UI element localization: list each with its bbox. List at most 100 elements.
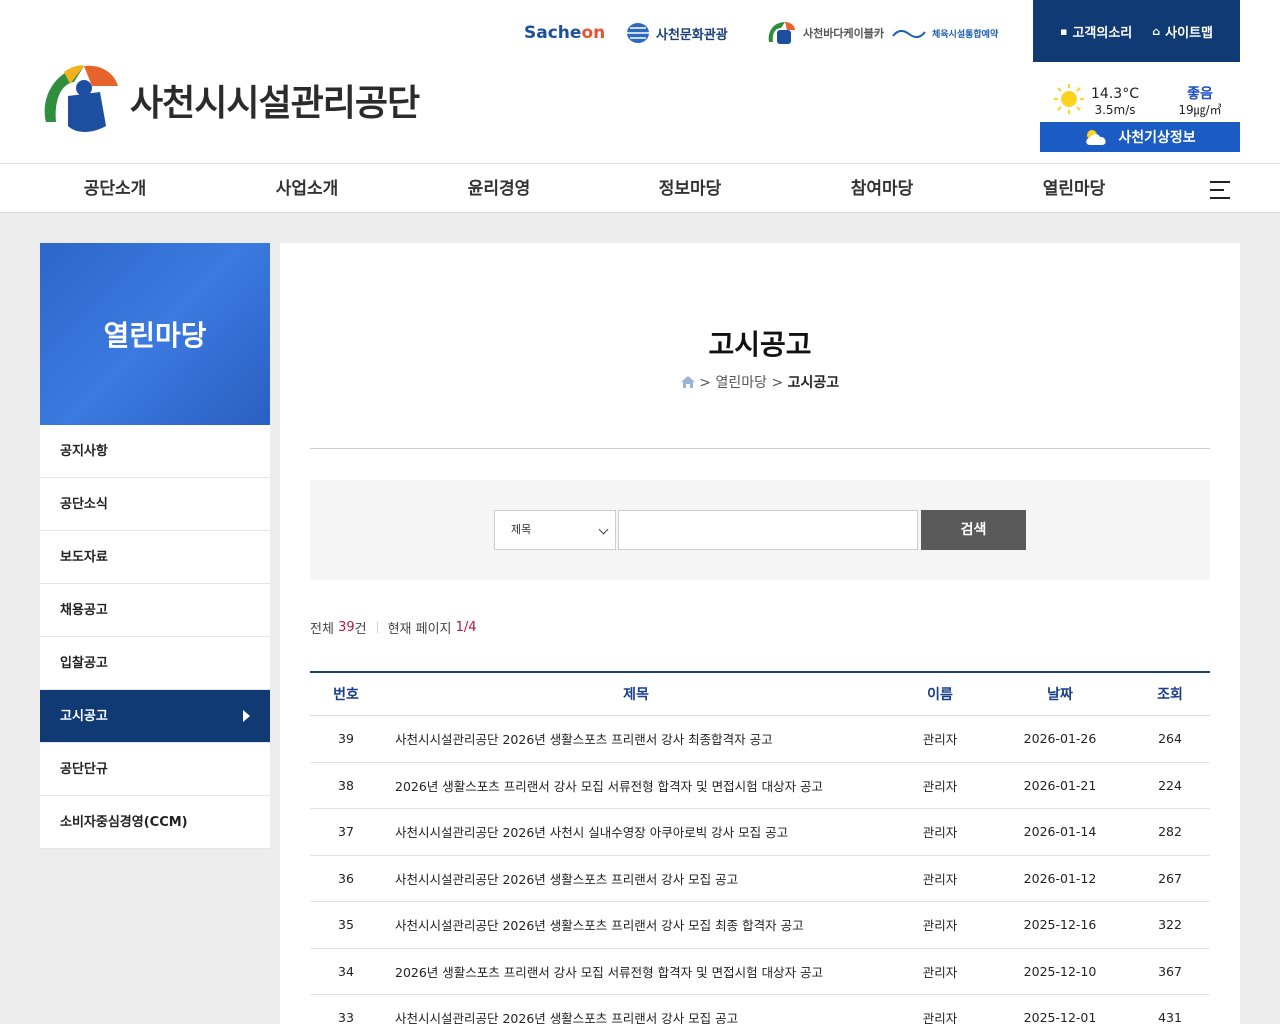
row-date: 2026-01-26 (1023, 731, 1097, 747)
sidebar-item-bid[interactable]: 입찰공고 (40, 637, 270, 690)
current-page: 1/4 (455, 620, 477, 635)
row-title-link[interactable]: 사천시시설관리공단 2026년 생활스포츠 프리랜서 강사 최종합격자 공고 (382, 729, 890, 748)
weather-info-button[interactable]: 사천기상정보 (1040, 122, 1240, 152)
total-unit: 건 (354, 622, 367, 637)
table-row: 36 사천시시설관리공단 2026년 생활스포츠 프리랜서 강사 모집 공고 관리자… (310, 856, 1210, 902)
row-title-link[interactable]: 사천시시설관리공단 2026년 생활스포츠 프리랜서 강사 모집 최종 합격자 … (382, 915, 890, 934)
row-author: 관리자 (922, 778, 958, 794)
row-date: 2025-12-16 (1023, 917, 1097, 933)
row-views: 431 (1158, 1010, 1182, 1024)
air-quality-status: 좋음 (1187, 86, 1213, 102)
customer-voice-button[interactable]: ▪ 고객의소리 (1060, 22, 1132, 41)
table-header: 번호 제목 이름 날짜 조회 (310, 673, 1210, 716)
row-views: 282 (1158, 824, 1182, 840)
sidebar-item-label: 입찰공고 (60, 656, 108, 671)
sports-reservation-link[interactable]: 체육시설통합예약 (892, 18, 998, 48)
sidebar-item-label: 보도자료 (60, 550, 108, 565)
culture-link-text: 사천문화관광 (656, 27, 728, 43)
search-field-selected: 제목 (511, 523, 532, 536)
sidebar-item-notice[interactable]: 공지사항 (40, 425, 270, 478)
chevron-down-icon (598, 524, 609, 535)
wave-icon (892, 30, 926, 38)
sidebar-item-rules[interactable]: 공단단규 (40, 743, 270, 796)
table-row: 39 사천시시설관리공단 2026년 생활스포츠 프리랜서 강사 최종합격자 공고… (310, 716, 1210, 763)
sun-icon (1054, 84, 1084, 114)
breadcrumb-parent[interactable]: 열린마당 (715, 375, 767, 391)
triangle-right-icon (243, 710, 250, 722)
nav-item-open[interactable]: 열린마당 (978, 164, 1170, 214)
table-row: 38 2026년 생활스포츠 프리랜서 강사 모집 서류전형 합격자 및 면접시험… (310, 763, 1210, 809)
nav-item-ethics[interactable]: 윤리경영 (403, 164, 595, 214)
search-panel: 제목 검색 (310, 480, 1210, 580)
logo-text: 사천시시설관리공단 (130, 83, 420, 124)
sitemap-button[interactable]: ⌂ 사이트맵 (1152, 22, 1213, 41)
row-title-link[interactable]: 2026년 생활스포츠 프리랜서 강사 모집 서류전형 합격자 및 면접시험 대… (382, 776, 890, 795)
column-header-no: 번호 (333, 687, 359, 703)
home-icon[interactable] (680, 376, 695, 388)
page-label: 현재 페이지 (387, 622, 452, 637)
sidebar-item-label: 고시공고 (60, 709, 108, 724)
search-field-select[interactable]: 제목 (494, 510, 616, 550)
main-nav: 공단소개 사업소개 윤리경영 정보마당 참여마당 열린마당 (0, 163, 1280, 213)
cable-car-link[interactable]: 사천바다케이블카 (765, 18, 884, 48)
air-quality-readout: 좋음 19㎍/㎥ (1168, 86, 1232, 118)
row-number: 36 (338, 870, 354, 886)
cable-link-text: 사천바다케이블카 (803, 27, 884, 40)
temperature-readout: 14.3°C 3.5m/s (1090, 86, 1140, 118)
nav-item-info[interactable]: 정보마당 (594, 164, 786, 214)
row-number: 38 (338, 777, 354, 793)
sidebar-title: 열린마당 (40, 243, 270, 425)
search-button[interactable]: 검색 (921, 510, 1026, 550)
menu-icon[interactable] (1210, 181, 1230, 199)
row-title-link[interactable]: 사천시시설관리공단 2026년 생활스포츠 프리랜서 강사 모집 공고 (382, 1008, 890, 1024)
sidebar-item-news[interactable]: 공단소식 (40, 478, 270, 531)
sacheon-city-link[interactable]: Sache on (524, 18, 605, 48)
row-date: 2025-12-10 (1023, 963, 1097, 979)
globe-icon (627, 23, 649, 43)
breadcrumb-separator: > (771, 375, 784, 391)
breadcrumb: > 열린마당 > 고시공고 (280, 372, 1240, 392)
main-content: 고시공고 > 열린마당 > 고시공고 제목 검색 전체 39 건 현재 페이지 1… (280, 243, 1240, 1024)
sidebar-item-label: 공지사항 (60, 444, 108, 459)
sidebar-item-ccm[interactable]: 소비자중심경영(CCM) (40, 796, 270, 849)
row-views: 267 (1158, 870, 1182, 886)
sidebar-item-announcement[interactable]: 고시공고 (40, 690, 270, 743)
sidebar-item-press[interactable]: 보도자료 (40, 531, 270, 584)
breadcrumb-current: 고시공고 (787, 375, 840, 391)
row-title-link[interactable]: 사천시시설관리공단 2026년 사천시 실내수영장 아쿠아로빅 강사 모집 공고 (382, 822, 890, 841)
site-logo[interactable]: 사천시시설관리공단 (40, 62, 420, 138)
nav-item-participation[interactable]: 참여마당 (786, 164, 978, 214)
row-title-link[interactable]: 2026년 생활스포츠 프리랜서 강사 모집 서류전형 합격자 및 면접시험 대… (382, 962, 890, 981)
search-input[interactable] (618, 510, 918, 550)
site-header: Sache on 사천문화관광 사천바다케이블카 체육시설통합예약 ▪ 고객의소리 … (0, 0, 1280, 163)
row-date: 2026-01-21 (1023, 777, 1097, 793)
sports-link-text: 체육시설통합예약 (932, 29, 999, 40)
title-divider (310, 448, 1210, 449)
row-number: 39 (338, 731, 354, 747)
table-body: 39 사천시시설관리공단 2026년 생활스포츠 프리랜서 강사 최종합격자 공고… (310, 716, 1210, 1024)
culture-tourism-link[interactable]: 사천문화관광 (626, 18, 728, 48)
row-title-link[interactable]: 사천시시설관리공단 2026년 생활스포츠 프리랜서 강사 모집 공고 (382, 869, 890, 888)
sidebar-item-recruit[interactable]: 채용공고 (40, 584, 270, 637)
pm-value: 19㎍/㎥ (1178, 103, 1222, 117)
wind-value: 3.5m/s (1094, 103, 1136, 117)
page-title: 고시공고 (708, 328, 812, 361)
sidebar-item-label: 공단단규 (60, 762, 108, 777)
document-icon: ▪ (1060, 24, 1068, 38)
weather-widget: 14.3°C 3.5m/s 좋음 19㎍/㎥ (1040, 82, 1240, 122)
announcement-table: 번호 제목 이름 날짜 조회 39 사천시시설관리공단 2026년 생활스포츠 프… (310, 671, 1210, 1024)
column-header-date: 날짜 (1047, 687, 1073, 703)
column-header-name: 이름 (927, 687, 953, 703)
table-row: 34 2026년 생활스포츠 프리랜서 강사 모집 서류전형 합격자 및 면접시험… (310, 949, 1210, 995)
row-date: 2026-01-14 (1023, 824, 1097, 840)
row-number: 34 (338, 963, 354, 979)
table-row: 37 사천시시설관리공단 2026년 사천시 실내수영장 아쿠아로빅 강사 모집 … (310, 809, 1210, 856)
table-row: 35 사천시시설관리공단 2026년 생활스포츠 프리랜서 강사 모집 최종 합격… (310, 902, 1210, 949)
sacheon-link-text: Sache (524, 23, 582, 43)
row-number: 33 (338, 1010, 354, 1024)
row-number: 35 (338, 917, 354, 933)
nav-item-about[interactable]: 공단소개 (19, 164, 211, 214)
total-count: 39 (338, 620, 355, 635)
nav-item-business[interactable]: 사업소개 (211, 164, 403, 214)
row-views: 322 (1158, 917, 1182, 933)
